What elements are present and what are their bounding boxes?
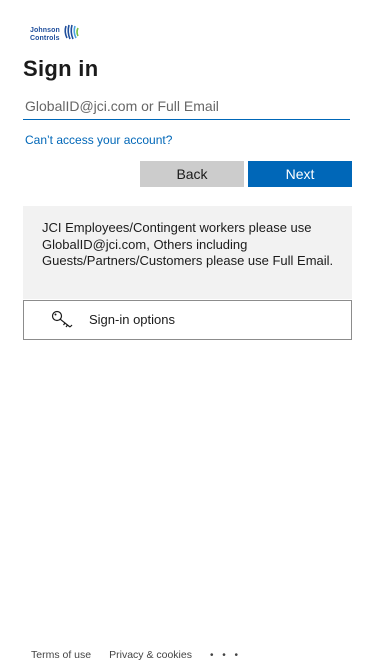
terms-of-use-link[interactable]: Terms of use [31, 649, 91, 661]
more-options-icon[interactable]: • • • [210, 650, 241, 661]
logo-wordmark: Johnson Controls [30, 27, 60, 43]
company-logo: Johnson Controls [30, 24, 90, 46]
cant-access-account-link[interactable]: Can’t access your account? [25, 133, 172, 147]
email-input[interactable] [23, 92, 350, 120]
key-icon [51, 310, 73, 328]
page-title: Sign in [23, 56, 99, 81]
logo-line-1: Johnson [30, 27, 60, 34]
logo-line-2: Controls [30, 35, 60, 42]
privacy-cookies-link[interactable]: Privacy & cookies [109, 649, 192, 661]
next-button[interactable]: Next [248, 161, 352, 187]
sign-in-options-button[interactable]: Sign-in options [23, 300, 352, 340]
footer: Terms of use Privacy & cookies • • • [31, 649, 241, 661]
logo-mark-icon [64, 24, 79, 40]
back-button[interactable]: Back [140, 161, 244, 187]
login-notice: JCI Employees/Contingent workers please … [23, 206, 352, 299]
sign-in-options-label: Sign-in options [89, 312, 175, 327]
